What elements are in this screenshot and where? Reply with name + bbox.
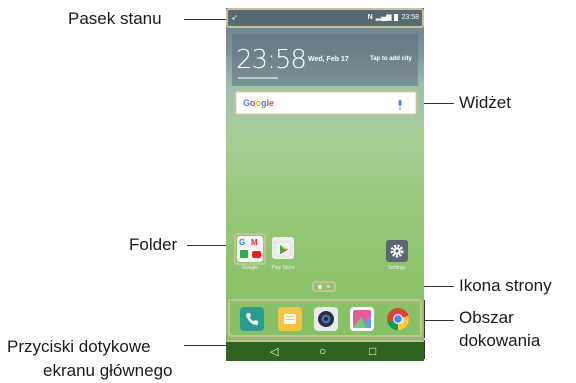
play-store-icon[interactable] bbox=[272, 237, 294, 259]
app-label-settings: Settings bbox=[387, 265, 407, 271]
page-indicator-highlight bbox=[312, 281, 336, 292]
phone-icon[interactable] bbox=[240, 307, 264, 331]
navbar-brace bbox=[424, 340, 425, 359]
chrome-icon[interactable] bbox=[386, 307, 410, 331]
label-touch-buttons-line1: Przyciski dotykowe bbox=[7, 337, 151, 356]
gear-icon[interactable] bbox=[386, 240, 408, 262]
leader-touch-buttons bbox=[184, 345, 226, 346]
label-touch-buttons-line2: ekranu głównego bbox=[43, 361, 173, 380]
messages-icon[interactable] bbox=[278, 307, 302, 331]
camera-icon[interactable] bbox=[314, 307, 338, 331]
folder-icon[interactable]: G M bbox=[237, 236, 263, 262]
label-widget: Widżet bbox=[459, 93, 511, 112]
navigation-bar: ◁ ○ □ bbox=[226, 342, 424, 361]
dock-area bbox=[228, 300, 422, 336]
phone-screen: ➶ N ▂▄▆ 23:58 23:58 Wed, Feb 17 Tap to a… bbox=[226, 8, 424, 361]
youtube-mini-icon bbox=[252, 251, 261, 258]
app-label-play-store: Play Store bbox=[271, 265, 295, 271]
google-mini-icon: G bbox=[239, 238, 246, 247]
label-status-bar: Pasek stanu bbox=[68, 9, 162, 28]
status-bar-highlight bbox=[226, 8, 424, 28]
label-dock-line1: Obszar bbox=[459, 308, 514, 327]
maps-mini-icon bbox=[240, 250, 248, 258]
page-dot[interactable] bbox=[327, 285, 330, 288]
clock-add-city[interactable]: Tap to add city bbox=[370, 56, 412, 62]
clock-location-line bbox=[238, 77, 278, 79]
label-dock-line2: dokowania bbox=[459, 331, 541, 350]
leader-widget bbox=[424, 103, 454, 104]
home-button[interactable]: ○ bbox=[319, 344, 326, 358]
clock-widget[interactable]: 23:58 Wed, Feb 17 Tap to add city bbox=[232, 34, 418, 86]
leader-status-bar bbox=[184, 19, 226, 20]
app-label-google: Google bbox=[241, 265, 259, 271]
search-widget-highlight bbox=[234, 90, 418, 116]
label-page-icon: Ikona strony bbox=[459, 276, 552, 295]
gallery-icon[interactable] bbox=[350, 307, 374, 331]
gmail-mini-icon: M bbox=[251, 238, 258, 247]
clock-date: Wed, Feb 17 bbox=[308, 56, 349, 63]
back-button[interactable]: ◁ bbox=[270, 345, 278, 358]
dock-brace bbox=[424, 300, 425, 338]
page-dot-active[interactable] bbox=[318, 285, 322, 289]
leader-dock bbox=[424, 320, 454, 321]
clock-time: 23:58 bbox=[236, 45, 307, 75]
label-folder: Folder bbox=[129, 235, 178, 254]
recent-apps-button[interactable]: □ bbox=[369, 344, 376, 358]
